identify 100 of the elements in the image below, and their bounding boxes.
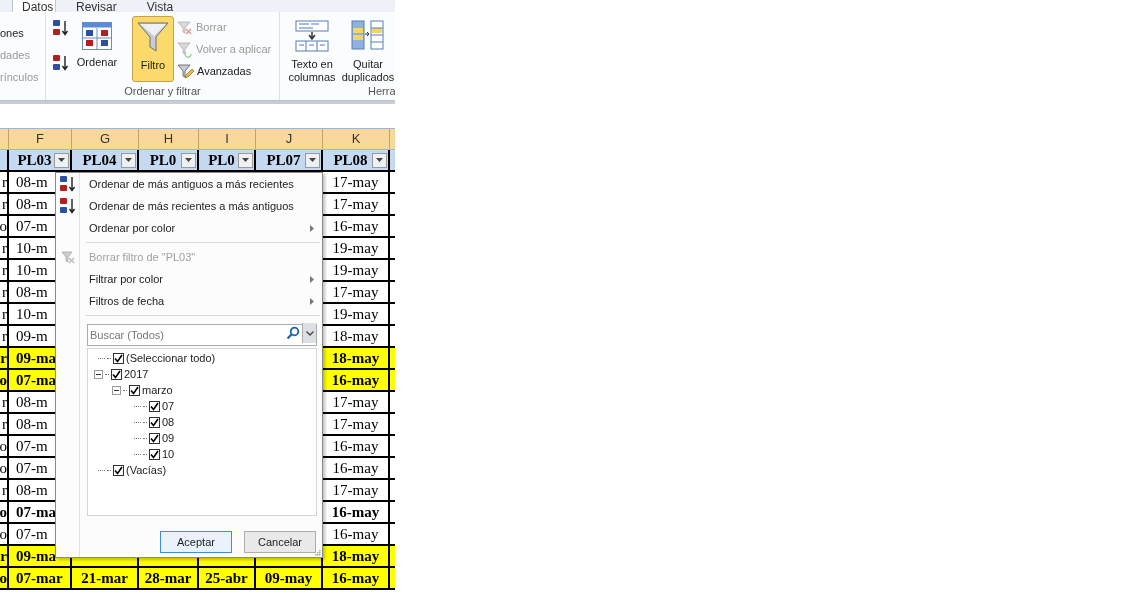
ribbon-tab[interactable]: Vista	[136, 0, 184, 12]
table-cell: 10-m	[16, 261, 48, 279]
menu-item[interactable]: Ordenar por color	[56, 217, 322, 239]
collapse-icon[interactable]	[94, 369, 103, 379]
table-cell: r	[2, 173, 7, 191]
table-cell: 08-m	[16, 195, 48, 213]
table-cell: r	[2, 327, 7, 345]
menu-item[interactable]: Ordenar de más recientes a más antiguos	[56, 195, 322, 217]
group-label: Herra	[368, 84, 395, 98]
checkbox[interactable]	[113, 464, 124, 476]
checkbox[interactable]	[149, 400, 160, 412]
sort-ascending-button[interactable]	[52, 19, 70, 37]
tree-item-label[interactable]: 09	[162, 429, 175, 447]
column-header[interactable]: F	[9, 129, 72, 149]
submenu-arrow-icon	[310, 224, 314, 232]
cancel-button[interactable]: Cancelar	[244, 531, 316, 553]
sort-descending-button[interactable]	[52, 54, 70, 72]
filter-dropdown-button[interactable]	[121, 152, 136, 168]
table-cell: 19-may	[332, 261, 379, 279]
tree-item-label[interactable]: marzo	[142, 381, 173, 399]
funnel-cross-icon	[61, 250, 75, 264]
checkbox[interactable]	[129, 384, 140, 396]
table-cell: r	[2, 283, 7, 301]
table-cell: 21-mar	[81, 569, 128, 587]
sort-button[interactable]: Ordenar	[74, 22, 120, 74]
sort-descending-icon	[52, 54, 70, 72]
filter-button[interactable]: Filtro	[132, 16, 174, 82]
table-cell-text: PL0	[207, 150, 236, 170]
table-cell: 08-m	[16, 173, 48, 191]
ribbon-button[interactable]: Quitar duplicados	[341, 20, 395, 84]
ribbon-tab[interactable]: Revisar	[66, 0, 127, 12]
caret-icon	[185, 158, 192, 162]
tree-item-label[interactable]: 10	[162, 445, 175, 463]
table-cell: 17-may	[332, 283, 379, 301]
table-cell: 16-may	[332, 525, 379, 543]
split-columns-icon	[294, 20, 330, 52]
table-cell: 07-m	[16, 459, 48, 477]
sort-ascending-icon	[52, 19, 70, 37]
column-header[interactable]: K	[323, 129, 390, 149]
table-cell: 17-may	[332, 195, 379, 213]
table-cell: r	[0, 547, 7, 565]
table-cell-text: PL07	[265, 150, 302, 170]
ribbon-command[interactable]: ones	[0, 26, 45, 41]
column-header[interactable]: J	[256, 129, 323, 149]
column-header[interactable]: I	[199, 129, 256, 149]
checkbox[interactable]	[111, 368, 122, 380]
ribbon-command[interactable]: Avanzadas	[177, 62, 272, 81]
table-cell: 17-may	[332, 415, 379, 433]
checkbox[interactable]	[113, 352, 124, 364]
duplicate-rows-icon	[350, 20, 386, 52]
menu-item[interactable]: Filtros de fecha	[56, 290, 322, 312]
filter-dropdown-button[interactable]	[305, 152, 320, 168]
funnel-icon	[137, 21, 169, 53]
table-cell: 07-ma	[16, 371, 56, 389]
resize-grip-icon	[314, 549, 321, 556]
table-cell-text: PL03	[16, 150, 53, 170]
table-cell-text: PL0	[148, 150, 178, 170]
check-icon	[114, 465, 123, 475]
caret-icon	[309, 158, 316, 162]
ok-button[interactable]: Aceptar	[160, 531, 232, 553]
tree-item-label[interactable]: (Seleccionar todo)	[126, 349, 216, 367]
tree-item-label[interactable]: 08	[162, 413, 175, 431]
filter-dropdown-button[interactable]	[54, 152, 69, 168]
search-icon	[286, 326, 300, 340]
menu-item[interactable]: Ordenar de más antiguos a más recientes	[56, 173, 322, 195]
collapse-icon[interactable]	[112, 385, 121, 395]
ribbon-button[interactable]: Texto en columnas	[285, 20, 339, 84]
filter-dropdown-button[interactable]	[238, 152, 253, 168]
checkbox[interactable]	[149, 416, 160, 428]
column-header[interactable]: H	[139, 129, 199, 149]
tree-item-label[interactable]: 07	[162, 397, 175, 415]
table-cell: 28-mar	[144, 569, 192, 587]
checkbox[interactable]	[149, 432, 160, 444]
table-cell: 08-m	[16, 393, 48, 411]
table-cell: 09-ma	[16, 547, 56, 565]
caret-icon	[125, 158, 132, 162]
checkbox[interactable]	[149, 448, 160, 460]
dropdown-button[interactable]	[302, 323, 316, 343]
filter-dropdown-button[interactable]	[372, 152, 387, 168]
tree-item-label[interactable]: (Vacías)	[126, 461, 167, 479]
ribbon-tab[interactable]: Datos	[12, 0, 56, 12]
table-cell: r	[2, 239, 7, 257]
table-cell: 16-may	[332, 217, 379, 235]
caret-icon	[242, 158, 249, 162]
funnel-cross-icon	[177, 20, 193, 35]
search-field[interactable]: Buscar (Todos)	[87, 324, 317, 346]
table-cell: 08-m	[16, 283, 48, 301]
filter-dropdown-button[interactable]	[181, 152, 196, 168]
column-header[interactable]: G	[72, 129, 139, 149]
table-cell: 10-m	[16, 239, 48, 257]
table-cell: 16-may	[332, 459, 379, 477]
menu-item[interactable]: Filtrar por color	[56, 268, 322, 290]
table-cell: r	[2, 415, 7, 433]
group-label: Ordenar y filtrar	[124, 84, 201, 98]
table-cell: r	[0, 349, 7, 367]
sort-descending-icon	[59, 197, 77, 215]
table-cell: r	[2, 195, 7, 213]
funnel-pencil-icon	[177, 63, 194, 80]
table-cell: 18-may	[331, 547, 380, 565]
tree-item-label[interactable]: 2017	[124, 365, 149, 383]
